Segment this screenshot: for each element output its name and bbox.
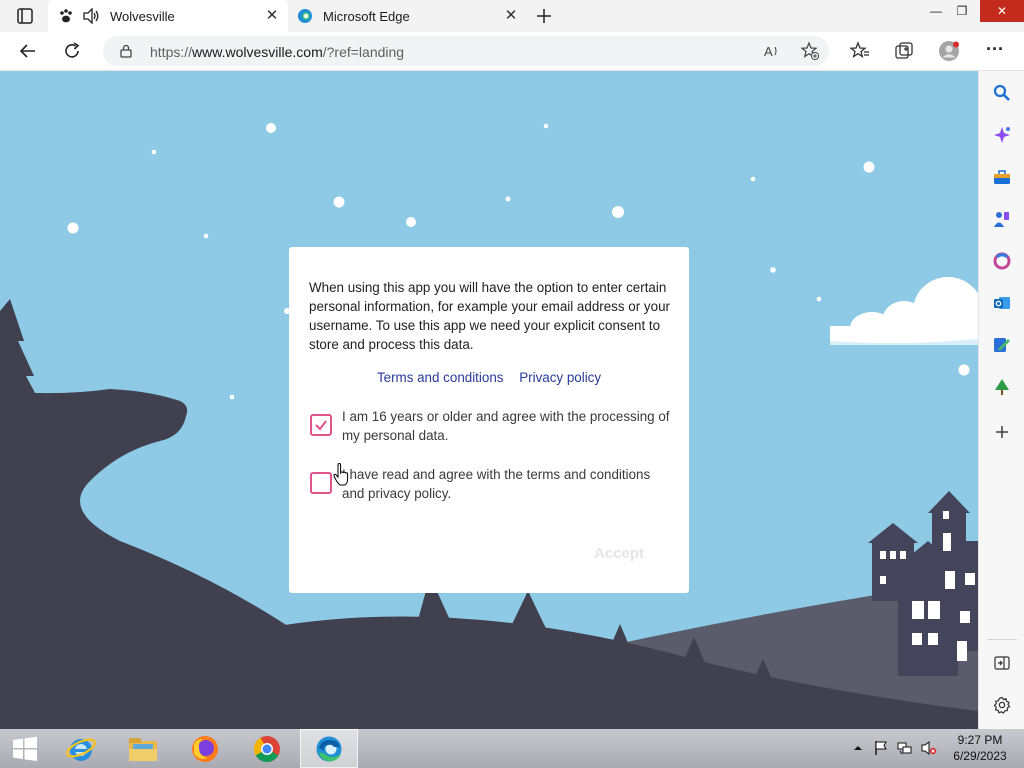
search-icon[interactable] xyxy=(991,82,1013,104)
back-icon[interactable] xyxy=(17,40,39,62)
network-icon[interactable] xyxy=(897,740,913,756)
games-icon[interactable] xyxy=(991,208,1013,230)
tab-actions-icon[interactable] xyxy=(10,7,38,25)
read-aloud-icon[interactable]: A xyxy=(763,42,781,60)
terms-link[interactable]: Terms and conditions xyxy=(377,370,504,385)
file-explorer-icon[interactable] xyxy=(114,729,172,768)
drop-icon[interactable] xyxy=(991,334,1013,356)
add-icon[interactable] xyxy=(991,421,1013,443)
url-domain: www.wolvesville.com xyxy=(192,44,323,60)
hand-cursor-icon xyxy=(333,463,349,486)
tree-icon[interactable] xyxy=(991,376,1013,398)
tab-title: Wolvesville xyxy=(110,8,175,24)
privacy-link[interactable]: Privacy policy xyxy=(519,370,601,385)
profile-avatar-icon[interactable] xyxy=(938,40,960,62)
url-text[interactable]: https://www.wolvesville.com/?ref=landing xyxy=(150,44,404,60)
start-button[interactable] xyxy=(0,729,50,768)
system-clock[interactable]: 9:27 PM 6/29/2023 xyxy=(944,732,1016,764)
collections-icon[interactable] xyxy=(893,40,915,62)
copilot-icon[interactable] xyxy=(991,124,1013,146)
browser-toolbar: https://www.wolvesville.com/?ref=landing… xyxy=(0,32,1024,71)
close-window-button[interactable]: ✕ xyxy=(980,0,1024,22)
internet-explorer-icon[interactable] xyxy=(52,729,110,768)
action-center-flag-icon[interactable] xyxy=(873,740,889,756)
clock-date: 6/29/2023 xyxy=(953,749,1007,763)
tab-microsoft-edge[interactable]: Microsoft Edge ✕ xyxy=(289,0,525,32)
address-bar[interactable]: https://www.wolvesville.com/?ref=landing… xyxy=(103,36,829,66)
age-consent-checkbox[interactable] xyxy=(310,414,332,436)
clock-time: 9:27 PM xyxy=(957,733,1003,747)
edge-taskbar-icon[interactable] xyxy=(300,729,358,768)
age-consent-label[interactable]: I am 16 years or older and agree with th… xyxy=(342,407,672,445)
sidebar-divider xyxy=(987,639,1017,640)
url-scheme: https:// xyxy=(150,44,193,60)
volume-muted-icon[interactable] xyxy=(921,740,937,756)
tray-expand-icon[interactable] xyxy=(850,740,866,756)
settings-icon[interactable] xyxy=(991,694,1013,716)
edge-icon xyxy=(298,9,312,23)
more-menu-button[interactable]: ··· xyxy=(986,40,1004,58)
consent-intro-text: When using this app you will have the op… xyxy=(309,280,670,352)
terms-consent-label[interactable]: I have read and agree with the terms and… xyxy=(342,465,672,503)
close-tab-icon[interactable]: ✕ xyxy=(503,8,519,24)
legal-links: Terms and conditions Privacy policy xyxy=(289,370,689,385)
checkmark-icon xyxy=(315,420,327,431)
terms-consent-checkbox[interactable] xyxy=(310,472,332,494)
consent-dialog: When using this app you will have the op… xyxy=(289,247,689,593)
url-path: /?ref=landing xyxy=(322,44,405,60)
add-favorite-icon[interactable] xyxy=(800,41,820,61)
office-icon[interactable] xyxy=(991,250,1013,272)
tab-wolvesville[interactable]: Wolvesville ✕ xyxy=(48,0,288,32)
firefox-icon[interactable] xyxy=(176,729,234,768)
windows-logo-icon xyxy=(13,736,37,761)
hide-sidebar-icon[interactable] xyxy=(991,652,1013,674)
restore-button[interactable]: ❐ xyxy=(944,0,980,22)
close-tab-icon[interactable]: ✕ xyxy=(264,8,280,24)
outlook-icon[interactable] xyxy=(991,292,1013,314)
refresh-icon[interactable] xyxy=(61,40,83,62)
shopping-icon[interactable] xyxy=(991,166,1013,188)
lock-icon[interactable] xyxy=(119,44,133,58)
speaker-icon[interactable] xyxy=(82,8,100,24)
favorites-icon[interactable] xyxy=(849,40,871,62)
tab-title: Microsoft Edge xyxy=(323,8,410,24)
page-viewport: When using this app you will have the op… xyxy=(0,71,978,729)
new-tab-icon[interactable] xyxy=(533,5,555,27)
accept-button[interactable]: Accept xyxy=(594,545,644,562)
paw-icon xyxy=(60,9,72,23)
edge-sidebar xyxy=(978,71,1024,729)
svg-text:A: A xyxy=(764,44,773,59)
windows-taskbar: 9:27 PM 6/29/2023 xyxy=(0,729,1024,768)
tab-bar: Wolvesville ✕ Microsoft Edge ✕ — ❐ ✕ xyxy=(0,0,1024,33)
chrome-icon[interactable] xyxy=(238,729,296,768)
